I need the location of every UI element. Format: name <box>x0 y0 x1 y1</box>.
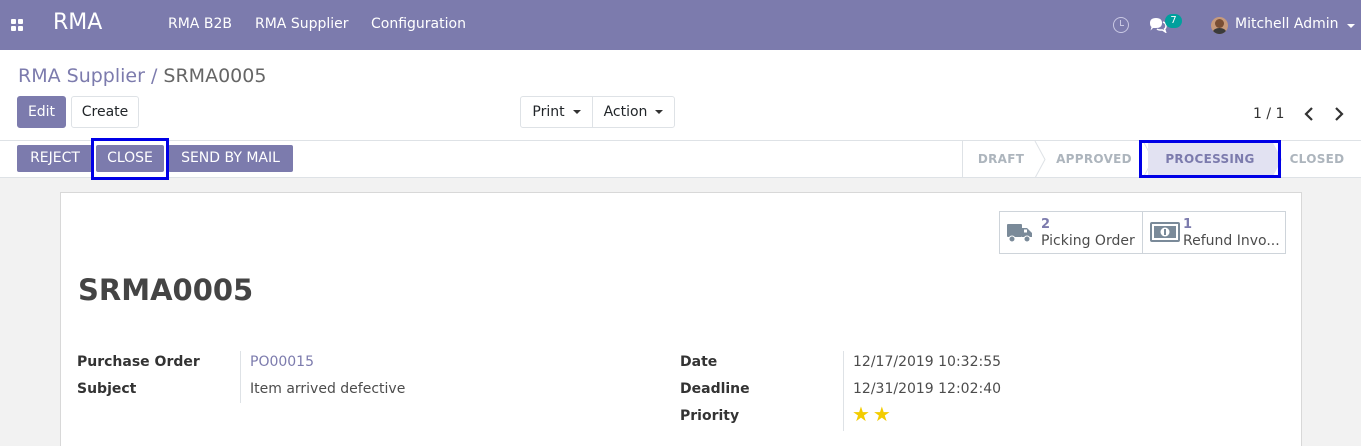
picking-order-stat-button[interactable]: 2 Picking Order <box>999 211 1143 254</box>
stage-processing[interactable]: PROCESSING <box>1148 141 1272 178</box>
close-button[interactable]: CLOSE <box>96 145 164 172</box>
pager-previous-icon[interactable] <box>1302 106 1316 122</box>
app-brand[interactable]: RMA <box>53 10 102 35</box>
print-dropdown-button[interactable]: Print <box>520 96 593 128</box>
apps-menu-icon[interactable] <box>11 19 24 32</box>
print-caret-icon <box>572 110 581 114</box>
stage-active-arrow-icon <box>1272 141 1282 178</box>
deadline-value[interactable]: 12/31/2019 12:02:40 <box>853 381 1001 397</box>
breadcrumb-current: SRMA0005 <box>163 65 267 87</box>
action-label: Action <box>603 104 648 120</box>
truck-icon <box>1007 224 1032 243</box>
subject-value[interactable]: Item arrived defective <box>250 381 405 397</box>
send-by-mail-button[interactable]: SEND BY MAIL <box>168 145 293 172</box>
breadcrumb-parent-link[interactable]: RMA Supplier <box>18 65 145 87</box>
field-separator <box>240 351 241 403</box>
pager-value[interactable]: 1 / 1 <box>1253 106 1284 122</box>
menu-configuration[interactable]: Configuration <box>371 16 466 32</box>
action-caret-icon <box>655 110 664 114</box>
field-separator <box>843 351 844 431</box>
refund-invoice-count: 1 <box>1183 217 1193 232</box>
pager-next-icon[interactable] <box>1332 106 1346 122</box>
stage-draft[interactable]: DRAFT <box>968 141 1034 178</box>
deadline-label: Deadline <box>680 381 750 397</box>
picking-order-label: Picking Order <box>1041 233 1135 249</box>
menu-rma-b2b[interactable]: RMA B2B <box>168 16 232 32</box>
breadcrumb-separator: / <box>150 65 158 87</box>
stage-arrow-icon <box>1034 141 1046 178</box>
stage-approved[interactable]: APPROVED <box>1046 141 1142 178</box>
edit-button[interactable]: Edit <box>17 96 66 128</box>
action-dropdown-button[interactable]: Action <box>592 96 675 128</box>
user-menu-caret-icon[interactable] <box>1347 24 1355 28</box>
date-value[interactable]: 12/17/2019 10:32:55 <box>853 354 1001 370</box>
priority-label: Priority <box>680 408 740 424</box>
create-button[interactable]: Create <box>71 96 139 128</box>
form-sheet: 2 Picking Order 1 Refund Invo... SRMA000… <box>60 192 1302 446</box>
print-label: Print <box>532 104 565 120</box>
menu-rma-supplier[interactable]: RMA Supplier <box>255 16 349 32</box>
money-icon <box>1150 222 1180 242</box>
statusbar-divider <box>962 141 963 178</box>
status-bar: REJECT CLOSE SEND BY MAIL DRAFT APPROVED… <box>0 141 1361 178</box>
picking-order-count: 2 <box>1041 217 1051 232</box>
date-label: Date <box>680 354 718 370</box>
record-title: SRMA0005 <box>78 273 254 307</box>
stage-closed[interactable]: CLOSED <box>1284 141 1350 178</box>
priority-stars[interactable]: ★★ <box>852 404 894 424</box>
refund-invoice-stat-button[interactable]: 1 Refund Invo... <box>1142 211 1286 254</box>
user-menu-name[interactable]: Mitchell Admin <box>1235 16 1339 32</box>
user-avatar[interactable] <box>1211 17 1228 34</box>
purchase-order-label: Purchase Order <box>77 354 200 370</box>
subject-label: Subject <box>77 381 137 397</box>
control-panel: RMA Supplier / SRMA0005 Edit Create Prin… <box>0 50 1361 141</box>
activity-clock-icon[interactable] <box>1113 17 1129 33</box>
messages-count-badge: 7 <box>1165 14 1182 28</box>
reject-button[interactable]: REJECT <box>17 145 93 172</box>
breadcrumb: RMA Supplier / SRMA0005 <box>18 65 266 87</box>
purchase-order-link[interactable]: PO00015 <box>250 354 314 370</box>
refund-invoice-label: Refund Invo... <box>1183 233 1280 249</box>
top-navbar: RMA RMA B2B RMA Supplier Configuration 7… <box>0 0 1361 50</box>
